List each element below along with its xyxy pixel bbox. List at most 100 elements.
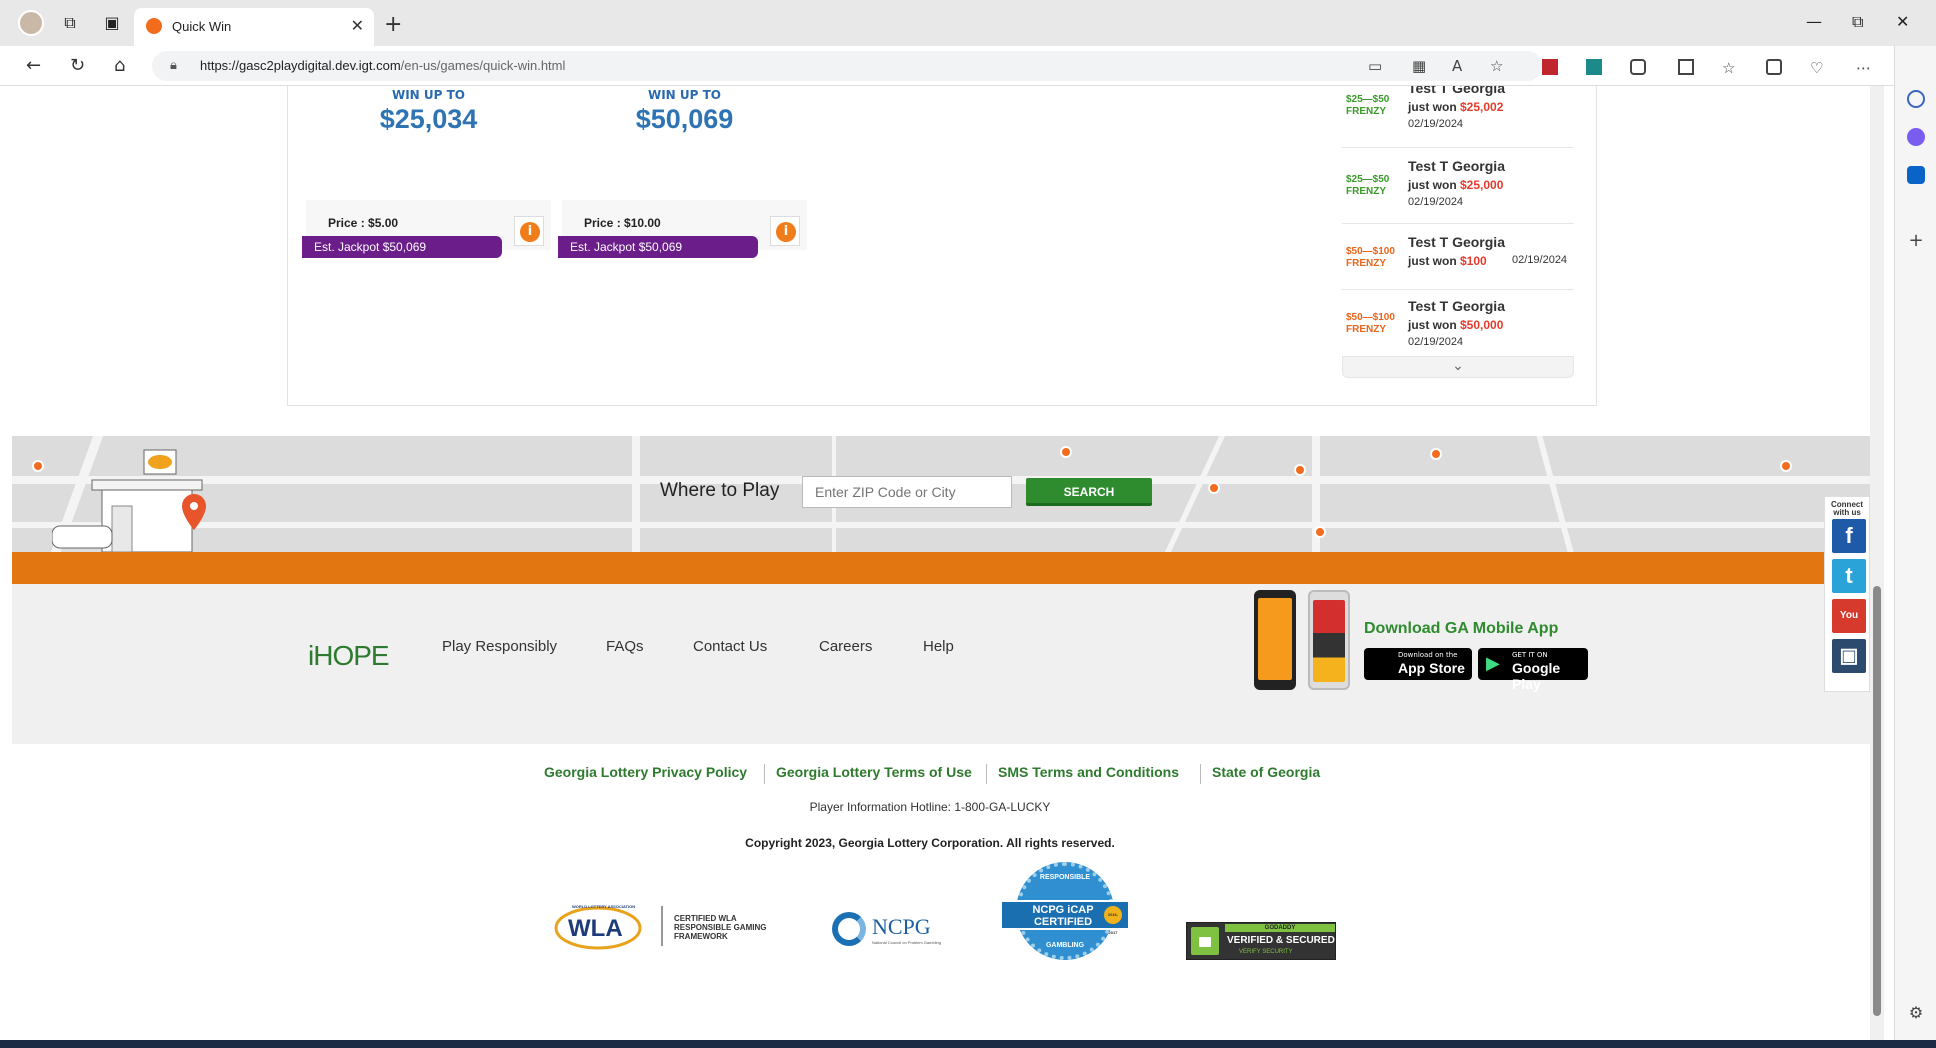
footer-link-careers[interactable]: Careers — [819, 638, 872, 655]
map-location-pin-icon[interactable] — [1430, 448, 1442, 460]
game-price: Price : $5.00 — [328, 216, 399, 230]
game-card[interactable]: WIN UP TO $50,069 Price : $10.00 Est. Ja… — [558, 86, 807, 258]
profile-avatar[interactable] — [18, 10, 44, 36]
win-up-to-label: WIN UP TO — [391, 88, 466, 102]
outlook-icon[interactable] — [1907, 166, 1925, 184]
footer-link-play-responsibly[interactable]: Play Responsibly — [442, 638, 557, 655]
sidebar-settings-icon[interactable]: ⚙ — [1907, 1004, 1925, 1022]
footer-link-contact-us[interactable]: Contact Us — [693, 638, 767, 655]
ncpg-badge[interactable]: NCPG National Council on Problem Gamblin… — [832, 910, 952, 950]
new-tab-button[interactable]: + — [384, 12, 402, 37]
lock-icon[interactable]: 🔒︎ — [170, 58, 177, 73]
state-of-georgia-link[interactable]: State of Georgia — [1212, 764, 1320, 780]
url-text[interactable]: https://gasc2playdigital.dev.igt.com/en-… — [200, 58, 565, 73]
svg-text:WORLD LOTTERY ASSOCIATION: WORLD LOTTERY ASSOCIATION — [572, 904, 635, 909]
sidebar-search-icon[interactable] — [1907, 90, 1925, 108]
collections-icon[interactable] — [1766, 59, 1782, 75]
tab-quick-win[interactable]: Quick Win ✕ — [134, 8, 374, 46]
connect-label: Connect with us — [1831, 500, 1863, 517]
workspaces-icon[interactable]: ⧉ — [60, 13, 80, 33]
map-location-pin-icon[interactable] — [1208, 482, 1220, 494]
zip-search-input[interactable] — [802, 476, 1012, 508]
scroll-thumb[interactable] — [1873, 586, 1881, 1016]
winner-item[interactable]: $50—$100 FRENZY Test T Georgia just won … — [1342, 226, 1574, 290]
close-window-icon[interactable]: ✕ — [1896, 12, 1909, 31]
winner-won-text: just won $25,000 — [1408, 178, 1504, 192]
where-to-play-map: Where to Play SEARCH — [12, 436, 1870, 552]
win-amount: $25,034 — [379, 104, 478, 134]
minimize-icon[interactable]: — — [1806, 12, 1822, 31]
map-location-pin-icon[interactable] — [1060, 446, 1072, 458]
info-icon: i — [520, 222, 540, 242]
game-info-button[interactable]: i — [770, 216, 800, 246]
favorite-star-icon[interactable]: ☆ — [1490, 57, 1503, 75]
vertical-tabs-icon[interactable]: ▣ — [102, 13, 122, 33]
svg-text:WLA: WLA — [568, 915, 623, 942]
terms-of-use-link[interactable]: Georgia Lottery Terms of Use — [776, 764, 972, 780]
ncpg-icap-certified-badge[interactable]: RESPONSIBLE NCPG iCAP CERTIFIED 2016-201… — [1002, 862, 1128, 966]
icap-bottom-text: GAMBLING — [1045, 942, 1085, 949]
extensions-icon[interactable] — [1630, 59, 1646, 75]
map-location-pin-icon[interactable] — [1294, 464, 1306, 476]
winner-date: 02/19/2024 — [1408, 336, 1464, 348]
godaddy-verified-badge[interactable]: GODADDY VERIFIED & SECURED VERIFY SECURI… — [1186, 922, 1336, 960]
winner-date: 02/19/2024 — [1408, 118, 1464, 130]
favorites-icon[interactable]: ☆ — [1722, 59, 1738, 77]
read-aloud-icon[interactable]: A — [1452, 57, 1462, 75]
sidebar-copilot-icon[interactable] — [1907, 128, 1925, 146]
performance-icon[interactable]: ♡ — [1810, 59, 1826, 77]
legal-divider — [1200, 764, 1201, 784]
add-sidebar-app-icon[interactable]: + — [1907, 232, 1925, 250]
address-toolbar: ← ↻ ⌂ 🔒︎ https://gasc2playdigital.dev.ig… — [0, 46, 1936, 86]
est-jackpot-bar: Est. Jackpot $50,069 — [558, 236, 758, 258]
show-more-winners-button[interactable]: ⌄ — [1342, 356, 1574, 378]
split-screen-icon[interactable] — [1678, 59, 1694, 75]
privacy-policy-link[interactable]: Georgia Lottery Privacy Policy — [544, 764, 747, 780]
winner-won-text: just won $50,000 — [1408, 318, 1504, 332]
twitter-icon[interactable]: t — [1832, 559, 1866, 593]
google-play-button[interactable]: ▶ GET IT ON Google Play — [1478, 648, 1588, 692]
os-taskbar — [0, 1040, 1936, 1048]
winner-won-text: just won $25,002 — [1408, 100, 1504, 114]
extension-teal-icon[interactable] — [1586, 59, 1602, 75]
map-location-pin-icon[interactable] — [32, 460, 44, 472]
footer-link-help[interactable]: Help — [923, 638, 954, 655]
footer-link-faqs[interactable]: FAQs — [606, 638, 644, 655]
refresh-icon[interactable]: ↻ — [70, 55, 85, 76]
peach-favicon-icon — [146, 18, 162, 34]
game-logo: $25—$50 FRENZY — [1346, 94, 1390, 117]
app-available-icon[interactable]: ▭ — [1368, 57, 1382, 75]
godaddy-verify-text: VERIFY SECURITY — [1239, 949, 1293, 955]
facebook-icon[interactable]: f — [1832, 519, 1866, 553]
winner-item[interactable]: $25—$50 FRENZY Test T Georgia just won $… — [1342, 86, 1574, 148]
search-button[interactable]: SEARCH — [1026, 478, 1152, 506]
map-location-pin-icon[interactable] — [1314, 526, 1326, 538]
close-tab-icon[interactable]: ✕ — [351, 16, 364, 35]
grid-icon[interactable]: ▦ — [1412, 57, 1426, 75]
site-footer: iHOPE Play Responsibly FAQs Contact Us C… — [12, 584, 1870, 744]
game-card[interactable]: WIN UP TO $25,034 Price : $5.00 Est. Jac… — [302, 86, 551, 258]
sms-terms-link[interactable]: SMS Terms and Conditions — [998, 764, 1179, 780]
legal-divider — [986, 764, 987, 784]
youtube-icon[interactable]: You — [1832, 599, 1866, 633]
instagram-icon[interactable]: ▣ — [1832, 639, 1866, 673]
extension-red-icon[interactable] — [1542, 59, 1558, 75]
url-bar[interactable]: 🔒︎ https://gasc2playdigital.dev.igt.com/… — [152, 51, 1542, 81]
ihope-logo[interactable]: iHOPE — [308, 640, 390, 672]
restore-icon[interactable]: ⧉ — [1852, 12, 1863, 32]
social-connect-widget: Connect with us f t You ▣ — [1824, 496, 1870, 692]
game-info-button[interactable]: i — [514, 216, 544, 246]
page-scrollbar[interactable] — [1870, 86, 1884, 1040]
winner-item[interactable]: $50—$100 FRENZY Test T Georgia just won … — [1342, 290, 1574, 354]
back-icon[interactable]: ← — [26, 55, 41, 76]
map-road — [1164, 436, 1226, 552]
winner-item[interactable]: $25—$50 FRENZY Test T Georgia just won $… — [1342, 152, 1574, 224]
home-icon[interactable]: ⌂ — [114, 55, 125, 76]
wla-certified-badge[interactable]: WLA WORLD LOTTERY ASSOCIATION CERTIFIED … — [554, 900, 784, 952]
more-menu-icon[interactable]: ⋯ — [1856, 59, 1872, 77]
game-card-top: WIN UP TO $50,069 — [562, 86, 807, 200]
app-store-button[interactable]: Download on the App Store — [1364, 648, 1472, 680]
map-location-pin-icon[interactable] — [1780, 460, 1792, 472]
info-icon: i — [776, 222, 796, 242]
player-hotline: Player Information Hotline: 1-800-GA-LUC… — [809, 800, 1051, 814]
